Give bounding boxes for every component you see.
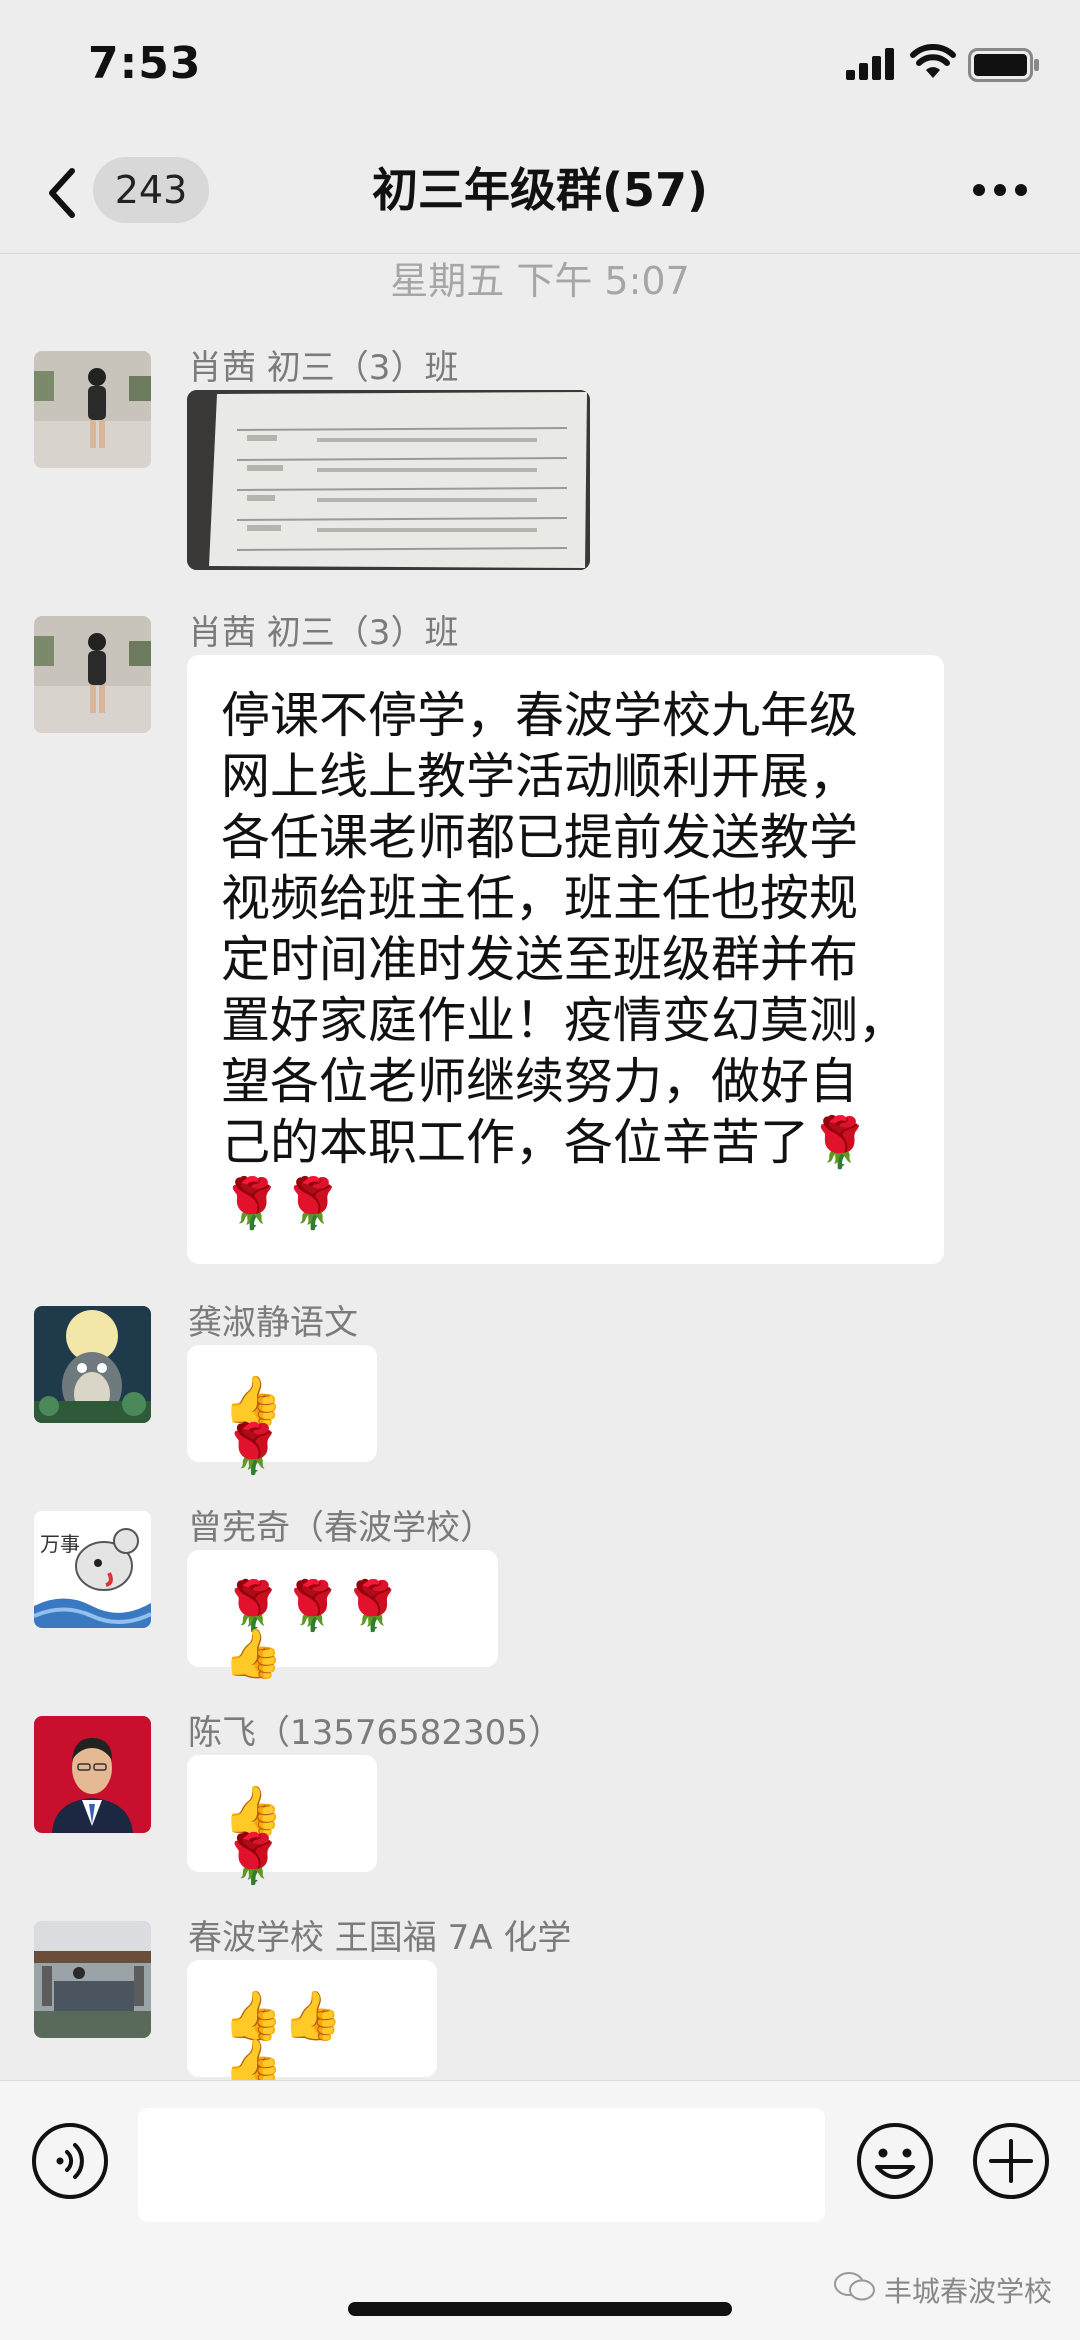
avatar[interactable]: 万事 — [34, 1511, 151, 1628]
sender-name: 肖茜 初三（3）班 — [188, 348, 459, 388]
svg-text:万事: 万事 — [40, 1532, 80, 1556]
emoji-content: 👍🌹 — [223, 1373, 283, 1477]
message-line: 🌹🌹 — [221, 1175, 344, 1232]
message-timestamp: 星期五 下午 5:07 — [390, 259, 690, 303]
message-bubble[interactable]: 👍🌹 — [187, 1755, 377, 1883]
message-line: 定时间准时发送至班级群并布 — [221, 931, 859, 988]
status-time: 7:53 — [88, 38, 202, 89]
message-bubble[interactable]: 🌹🌹🌹👍 — [187, 1550, 498, 1678]
message-line: 望各位老师继续努力，做好自 — [221, 1053, 859, 1110]
sender-name: 肖茜 初三（3）班 — [188, 613, 459, 653]
message-input[interactable] — [138, 2108, 825, 2222]
message-line: 视频给班主任，班主任也按规 — [221, 870, 859, 927]
emoji-content: 👍👍👍 — [223, 1988, 343, 2092]
emoji-content: 🌹🌹🌹👍 — [223, 1578, 403, 1682]
message-bubble[interactable]: 停课不停学，春波学校九年级 网上线上教学活动顺利开展， 各任课老师都已提前发送教… — [187, 655, 944, 1264]
smiley-icon[interactable] — [855, 2121, 935, 2201]
message-bubble[interactable]: 👍🌹 — [187, 1345, 377, 1473]
avatar[interactable] — [34, 351, 151, 468]
sender-name: 陈飞（13576582305） — [188, 1713, 562, 1753]
message-line: 网上线上教学活动顺利开展， — [221, 748, 859, 805]
chat-title: 初三年级群(57) — [371, 163, 709, 217]
watermark-text: 丰城春波学校 — [884, 2275, 1053, 2308]
home-indicator — [348, 2302, 732, 2316]
message-bubble[interactable]: 👍👍👍 — [187, 1960, 437, 2088]
signal-icon — [846, 48, 894, 80]
more-dots-icon[interactable] — [972, 183, 1028, 197]
battery-icon — [968, 48, 1039, 82]
avatar[interactable] — [34, 1921, 151, 2038]
sender-name: 龚淑静语文 — [188, 1303, 358, 1343]
message-line: 各任课老师都已提前发送教学 — [221, 809, 859, 866]
chat-header: 243 初三年级群(57) — [0, 135, 1080, 254]
status-bar: 7:53 — [0, 0, 1080, 135]
avatar[interactable] — [34, 616, 151, 733]
wechat-icon — [834, 2272, 875, 2301]
voice-icon[interactable] — [30, 2121, 110, 2201]
message-line: 置好家庭作业！疫情变幻莫测， — [221, 992, 908, 1049]
avatar[interactable] — [34, 1306, 151, 1423]
message-line: 停课不停学，春波学校九年级 — [221, 687, 859, 744]
wifi-icon — [910, 44, 956, 78]
shared-photo[interactable] — [187, 390, 590, 570]
avatar[interactable] — [34, 1716, 151, 1833]
message-line: 己的本职工作，各位辛苦了🌹 — [221, 1114, 871, 1171]
sender-name: 春波学校 王国福 7A 化学 — [188, 1918, 572, 1958]
sender-name: 曾宪奇（春波学校） — [188, 1508, 494, 1548]
emoji-content: 👍🌹 — [223, 1783, 283, 1887]
plus-icon[interactable] — [971, 2121, 1051, 2201]
message-text: 停课不停学，春波学校九年级 网上线上教学活动顺利开展， 各任课老师都已提前发送教… — [187, 655, 944, 1264]
